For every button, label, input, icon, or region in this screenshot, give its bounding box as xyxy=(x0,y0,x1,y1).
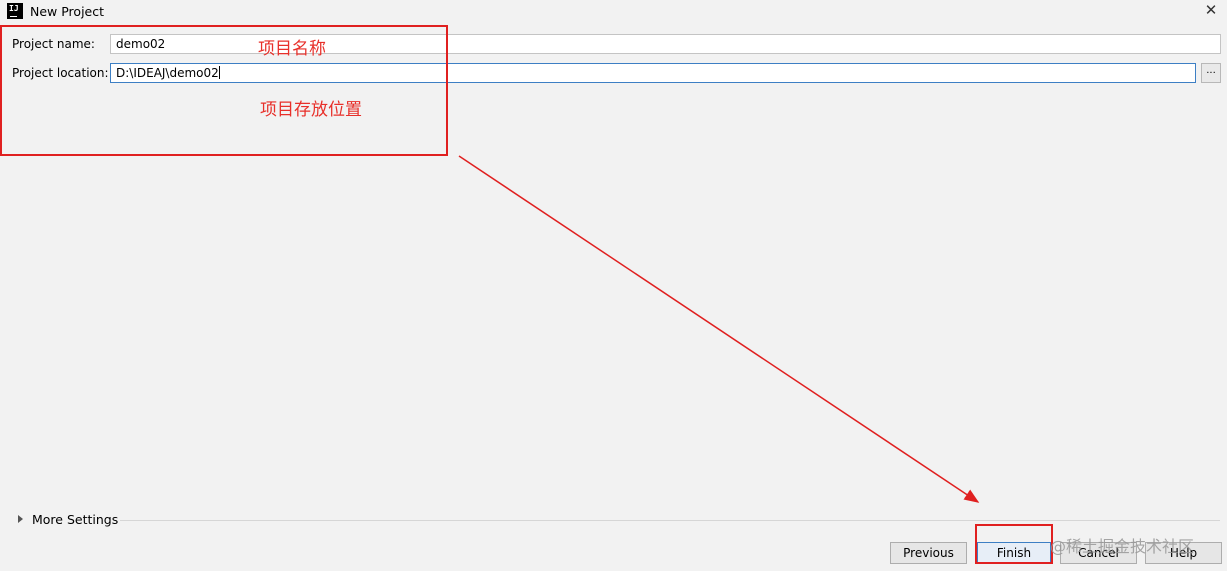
more-settings-label: More Settings xyxy=(32,512,119,527)
annotation-arrow xyxy=(458,155,980,503)
more-settings-divider xyxy=(120,520,1220,521)
watermark: @稀土掘金技术社区 xyxy=(1050,537,1195,556)
annotation-box-finish xyxy=(975,524,1053,564)
expand-triangle-icon xyxy=(18,515,23,523)
previous-button[interactable]: Previous xyxy=(890,542,967,564)
